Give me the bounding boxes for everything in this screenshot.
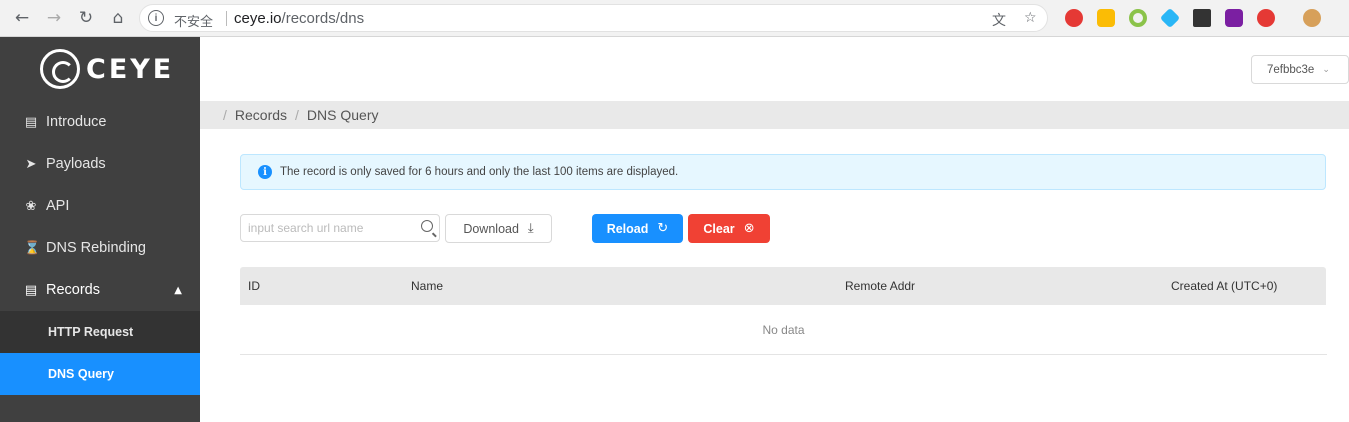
sidebar-item-label: Payloads [46,156,106,172]
clear-button[interactable]: Clear ⊗ [688,214,770,243]
column-header-created-at: Created At (UTC+0) [1171,279,1278,293]
extension-onenote-icon[interactable] [1225,9,1243,27]
document-icon: ▤ [24,114,38,130]
sidebar-subitem-label: HTTP Request [48,325,134,339]
forward-arrow-icon[interactable]: → [43,7,65,29]
extension-chrome-icon[interactable] [1097,9,1115,27]
sidebar-subitem-http-request[interactable]: HTTP Request [0,311,200,353]
user-dropdown[interactable]: 7efbbc3e ⌄ [1251,55,1349,84]
column-header-remote-addr: Remote Addr [845,279,916,293]
sidebar: CEYE ▤ Introduce ➤ Payloads ❀ API ⌛ DNS … [0,37,200,422]
logo[interactable]: CEYE [40,48,174,90]
breadcrumb-item-records[interactable]: Records [235,107,287,123]
records-icon: ▤ [24,282,38,298]
back-arrow-icon[interactable]: ← [11,7,33,29]
search-box [240,214,440,242]
reload-label: Reload [606,221,649,236]
sidebar-item-introduce[interactable]: ▤ Introduce [0,101,200,143]
breadcrumb-separator: / [295,107,299,123]
alert-text: The record is only saved for 6 hours and… [280,166,679,178]
table-header: ID Name Remote Addr Created At (UTC+0) [240,267,1326,305]
sidebar-item-label: Introduce [46,114,107,130]
reload-icon: ↻ [657,221,669,236]
sidebar-item-payloads[interactable]: ➤ Payloads [0,143,200,185]
browser-toolbar: ← → ↻ ⌂ i 不安全 ceye.io/records/dns 文 ☆ [0,0,1349,37]
address-bar[interactable]: i 不安全 ceye.io/records/dns 文 ☆ [139,4,1048,32]
download-button[interactable]: Download ⤓ [445,214,552,243]
close-circle-icon: ⊗ [743,221,755,236]
sidebar-item-label: DNS Rebinding [46,240,146,256]
url-text[interactable]: ceye.io/records/dns [234,10,364,27]
url-host: ceye.io [234,10,282,27]
column-header-name: Name [411,279,444,293]
download-icon: ⤓ [527,221,534,236]
extension-en-icon[interactable] [1193,9,1211,27]
refresh-icon[interactable]: ↻ [75,7,97,29]
search-input[interactable] [241,215,411,241]
download-label: Download [463,221,519,236]
home-icon[interactable]: ⌂ [107,7,129,29]
sidebar-item-label: API [46,198,70,214]
rocket-icon: ➤ [25,156,37,172]
api-icon: ❀ [25,198,37,214]
extension-diamond-icon[interactable] [1159,7,1181,29]
column-header-id: ID [248,279,260,293]
chevron-down-icon: ⌄ [1322,64,1330,75]
breadcrumb-separator: / [223,107,227,123]
search-icon[interactable] [421,220,433,232]
sidebar-subitem-label: DNS Query [48,367,114,381]
url-path: /records/dns [281,10,365,27]
url-separator [226,11,227,26]
extension-ring-icon[interactable] [1129,9,1147,27]
clear-label: Clear [703,221,735,236]
info-alert: i The record is only saved for 6 hours a… [240,154,1326,190]
bookmark-star-icon[interactable]: ☆ [1024,10,1037,26]
sidebar-item-dns-rebinding[interactable]: ⌛ DNS Rebinding [0,227,200,269]
logo-icon [40,49,80,89]
sidebar-item-api[interactable]: ❀ API [0,185,200,227]
sidebar-item-label: Records [46,282,100,298]
info-icon[interactable]: i [148,10,164,26]
hourglass-icon: ⌛ [24,240,41,256]
breadcrumb-item-dns-query: DNS Query [306,107,379,123]
empty-state-text: No data [762,322,805,337]
profile-avatar[interactable] [1303,9,1321,27]
sidebar-item-records[interactable]: ▤ Records ▲ [0,269,200,311]
chevron-up-icon: ▲ [174,284,182,296]
sidebar-subitem-dns-query[interactable]: DNS Query [0,353,200,395]
extension-weibo-icon[interactable] [1257,9,1275,27]
extension-opera-icon[interactable] [1065,9,1083,27]
user-name: 7efbbc3e [1267,63,1315,76]
breadcrumb: / Records / DNS Query [200,101,1349,129]
table-body: No data [240,305,1327,355]
logo-text: CEYE [86,53,175,85]
translate-icon[interactable]: 文 [992,10,1006,30]
security-label: 不安全 [174,15,214,30]
info-circle-icon: i [258,165,272,179]
reload-button[interactable]: Reload ↻ [592,214,683,243]
